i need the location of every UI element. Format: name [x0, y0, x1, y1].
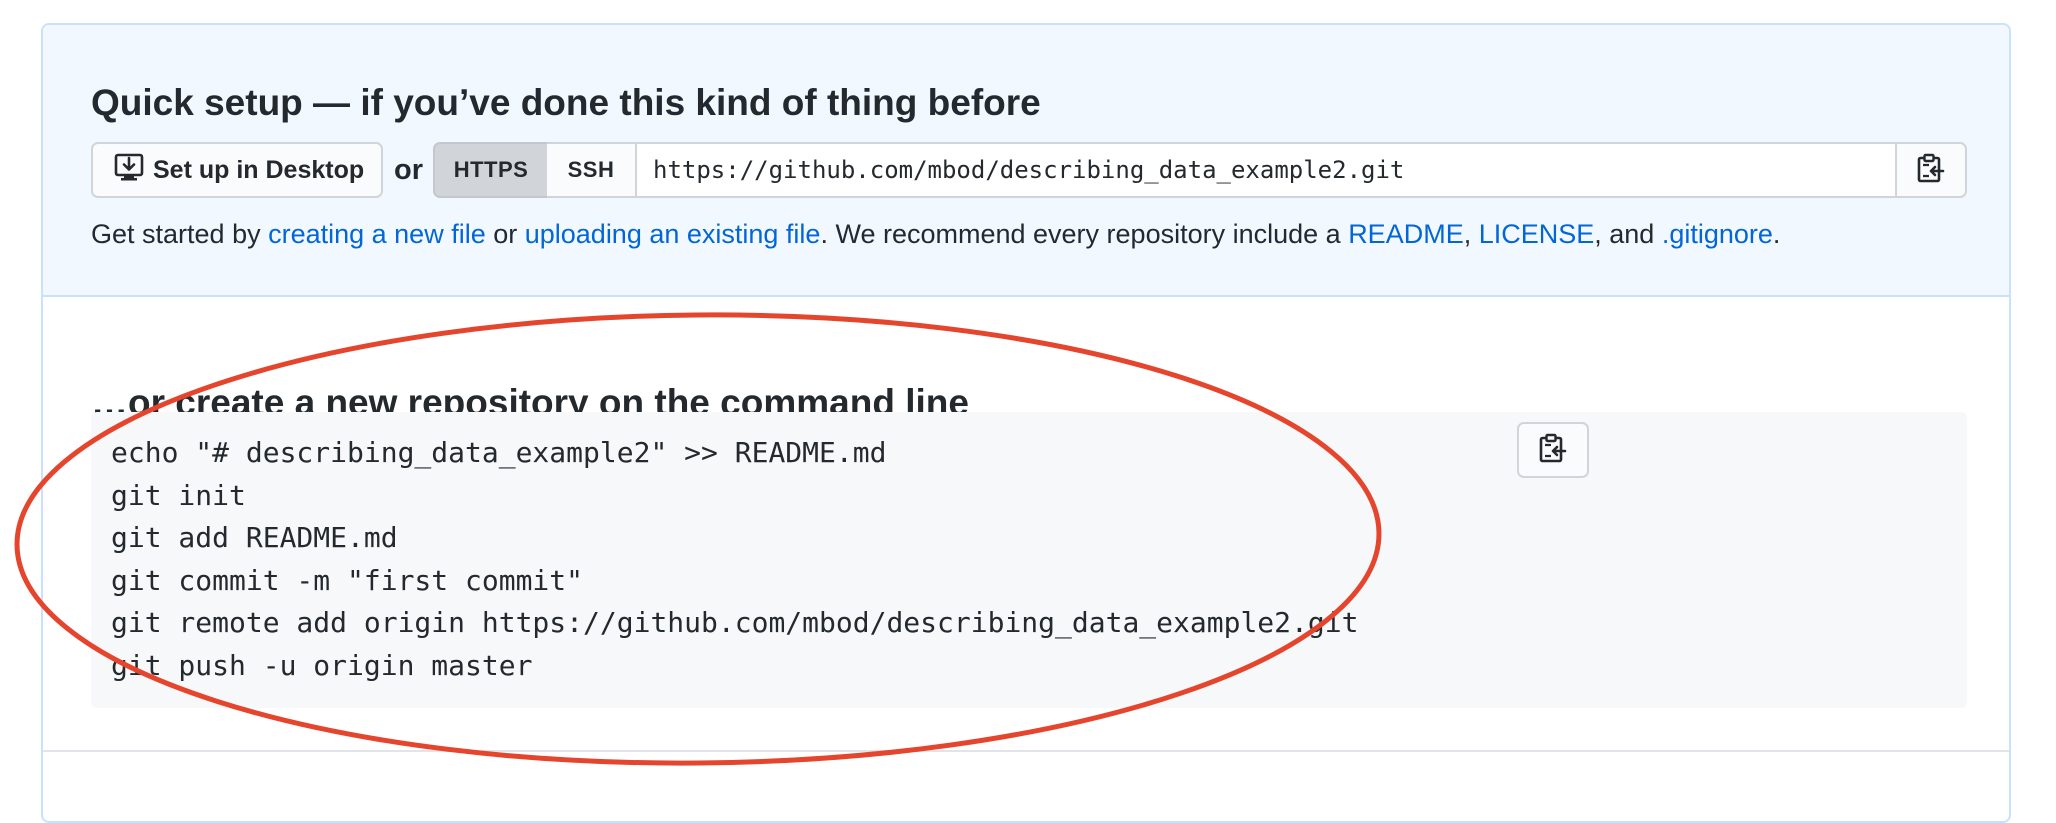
help-or: or: [485, 219, 525, 249]
code-line: echo "# describing_data_example2" >> REA…: [111, 436, 887, 469]
quick-setup-section: Quick setup — if you’ve done this kind o…: [43, 25, 2009, 297]
help-recommend: . We recommend every repository include …: [820, 219, 1349, 249]
download-desktop-icon: [113, 151, 145, 190]
clipboard-copy-icon: [1916, 152, 1946, 189]
command-line-code-block: echo "# describing_data_example2" >> REA…: [91, 412, 1967, 708]
license-link[interactable]: LICENSE: [1479, 219, 1595, 249]
clone-url-input[interactable]: [635, 142, 1897, 198]
code-line: git commit -m "first commit": [111, 563, 584, 597]
setup-in-desktop-button[interactable]: Set up in Desktop: [91, 142, 383, 198]
help-prefix: Get started by: [91, 219, 269, 249]
upload-existing-file-link[interactable]: uploading an existing file: [525, 219, 821, 249]
https-toggle[interactable]: HTTPS: [433, 142, 549, 198]
code-line: git remote add origin https://github.com…: [111, 606, 1359, 639]
setup-in-desktop-label: Set up in Desktop: [153, 155, 365, 184]
code-line: git push -u origin master: [111, 648, 533, 682]
copy-url-button[interactable]: [1895, 142, 1967, 198]
create-new-file-link[interactable]: creating a new file: [268, 219, 486, 249]
section-divider: [43, 750, 2009, 752]
readme-link[interactable]: README: [1348, 219, 1464, 249]
code-line: git init: [111, 478, 246, 512]
empty-repo-setup-panel: Quick setup — if you’ve done this kind o…: [41, 23, 2011, 823]
get-started-text: Get started by creating a new file or up…: [91, 216, 1780, 252]
command-lines: echo "# describing_data_example2" >> REA…: [111, 432, 1358, 687]
gitignore-link[interactable]: .gitignore: [1662, 219, 1773, 249]
or-separator: or: [394, 154, 423, 186]
copy-commands-button[interactable]: [1517, 422, 1589, 478]
help-and: , and: [1594, 219, 1662, 249]
quick-setup-title: Quick setup — if you’ve done this kind o…: [91, 82, 1041, 123]
ssh-toggle[interactable]: SSH: [547, 142, 637, 198]
help-end: .: [1772, 219, 1781, 249]
code-line: git add README.md: [111, 521, 398, 554]
help-comma: ,: [1463, 219, 1479, 249]
clipboard-copy-icon: [1538, 432, 1568, 469]
